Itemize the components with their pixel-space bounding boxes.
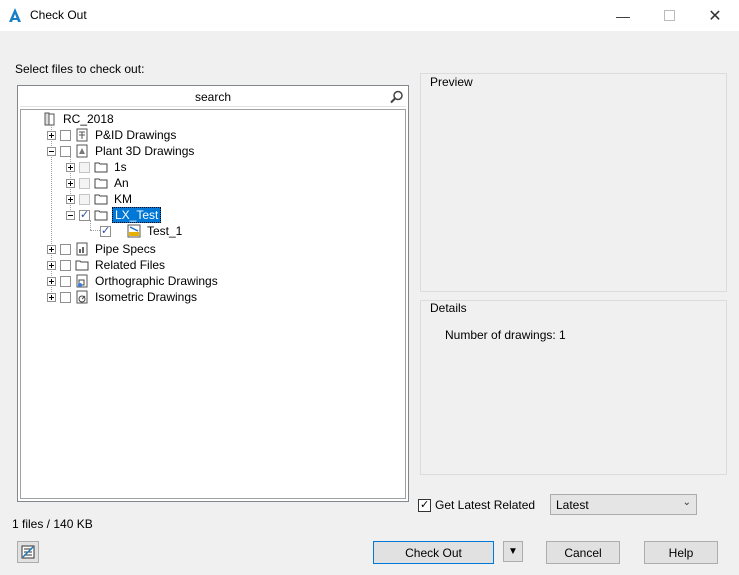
settings-icon: [21, 545, 35, 559]
file-summary: 1 files / 140 KB: [12, 517, 93, 531]
preview-label: Preview: [429, 75, 474, 89]
tree-item-label: An: [114, 176, 129, 190]
tree-item-1s[interactable]: 1s: [66, 159, 129, 175]
maximize-icon[interactable]: [646, 0, 692, 31]
item-checkbox[interactable]: [79, 161, 90, 173]
number-of-drawings: Number of drawings: 1: [445, 328, 566, 342]
item-checkbox[interactable]: [60, 243, 71, 255]
collapse-icon[interactable]: [47, 146, 56, 156]
item-checkbox[interactable]: [79, 208, 90, 221]
get-latest-checkbox[interactable]: [418, 498, 431, 512]
folder-icon: [94, 178, 108, 189]
folder-icon: [94, 162, 108, 173]
project-icon: [44, 112, 55, 126]
tree-item-label: Isometric Drawings: [95, 290, 198, 304]
expand-icon[interactable]: [47, 244, 56, 254]
item-checkbox[interactable]: [79, 193, 90, 205]
tree-item-label: Pipe Specs: [95, 242, 156, 256]
tree-item-label: P&ID Drawings: [95, 128, 177, 142]
pipe-specs-icon: [76, 242, 88, 256]
latest-version-select[interactable]: Latest ⌄: [550, 494, 697, 515]
get-latest-label: Get Latest Related: [435, 498, 536, 512]
caret-down-icon: ▼: [508, 546, 518, 557]
close-icon[interactable]: ✕: [692, 0, 738, 31]
search-input[interactable]: search: [20, 88, 406, 107]
item-checkbox[interactable]: [60, 291, 71, 303]
tree-root-label: RC_2018: [63, 112, 114, 126]
search-text[interactable]: search: [20, 90, 406, 104]
pid-drawing-icon: [76, 128, 88, 142]
item-checkbox[interactable]: [60, 259, 71, 271]
latest-select-value: Latest: [556, 498, 589, 512]
title-bar: Check Out — ✕: [0, 0, 739, 31]
help-button[interactable]: Help: [644, 541, 718, 564]
item-checkbox[interactable]: [100, 224, 111, 237]
expand-icon[interactable]: [47, 130, 56, 140]
tree-item-pipe-specs[interactable]: Pipe Specs: [47, 241, 158, 257]
drawing-file-icon: [127, 224, 141, 238]
folder-icon: [94, 210, 108, 221]
tree-item-km[interactable]: KM: [66, 191, 134, 207]
tree-item-isometric-drawings[interactable]: Isometric Drawings: [47, 289, 199, 305]
tree-item-related-files[interactable]: Related Files: [47, 257, 167, 273]
tree-root[interactable]: RC_2018: [43, 111, 116, 127]
item-checkbox[interactable]: [60, 145, 71, 157]
tree-item-label: Test_1: [147, 224, 183, 238]
file-tree[interactable]: RC_2018 P&ID Drawings Plant 3D Drawings …: [20, 109, 406, 499]
collapse-icon[interactable]: [66, 210, 75, 220]
cancel-button[interactable]: Cancel: [546, 541, 620, 564]
expand-icon[interactable]: [66, 178, 75, 188]
folder-icon: [94, 194, 108, 205]
tree-item-orthographic-drawings[interactable]: Orthographic Drawings: [47, 273, 220, 289]
folder-icon: [75, 260, 89, 271]
item-checkbox[interactable]: [60, 275, 71, 287]
isometric-drawing-icon: [76, 290, 88, 304]
minimize-icon[interactable]: —: [600, 0, 646, 31]
tree-item-an[interactable]: An: [66, 175, 131, 191]
tree-item-label: 1s: [114, 160, 127, 174]
orthographic-drawing-icon: [76, 274, 88, 288]
tree-item-pid-drawings[interactable]: P&ID Drawings: [47, 127, 178, 143]
expand-icon[interactable]: [66, 194, 75, 204]
tree-item-plant-3d-drawings[interactable]: Plant 3D Drawings: [47, 143, 196, 159]
details-label: Details: [429, 301, 468, 315]
chevron-down-icon: ⌄: [682, 497, 691, 508]
magnifier-icon[interactable]: [390, 90, 404, 104]
tree-item-label-selected: LX_Test: [112, 207, 162, 223]
check-out-button[interactable]: Check Out: [373, 541, 494, 564]
window-title: Check Out: [30, 8, 87, 22]
autocad-logo-icon: [9, 8, 21, 22]
expand-icon[interactable]: [47, 276, 56, 286]
select-files-label: Select files to check out:: [15, 62, 145, 76]
tree-item-test-1[interactable]: Test_1: [100, 223, 184, 239]
tree-item-lx-test[interactable]: LX_Test: [66, 207, 162, 223]
tree-item-label: Plant 3D Drawings: [95, 144, 195, 158]
expand-icon[interactable]: [66, 162, 75, 172]
details-group: [420, 300, 727, 475]
expand-icon[interactable]: [47, 292, 56, 302]
item-checkbox[interactable]: [79, 177, 90, 189]
item-checkbox[interactable]: [60, 129, 71, 141]
tree-item-label: Orthographic Drawings: [95, 274, 218, 288]
tree-item-label: KM: [114, 192, 132, 206]
plant-3d-icon: [76, 144, 88, 158]
check-out-options-button[interactable]: ▼: [503, 541, 523, 562]
settings-button[interactable]: [17, 541, 39, 563]
expand-icon[interactable]: [47, 260, 56, 270]
tree-item-label: Related Files: [95, 258, 166, 272]
preview-group: [420, 73, 727, 292]
